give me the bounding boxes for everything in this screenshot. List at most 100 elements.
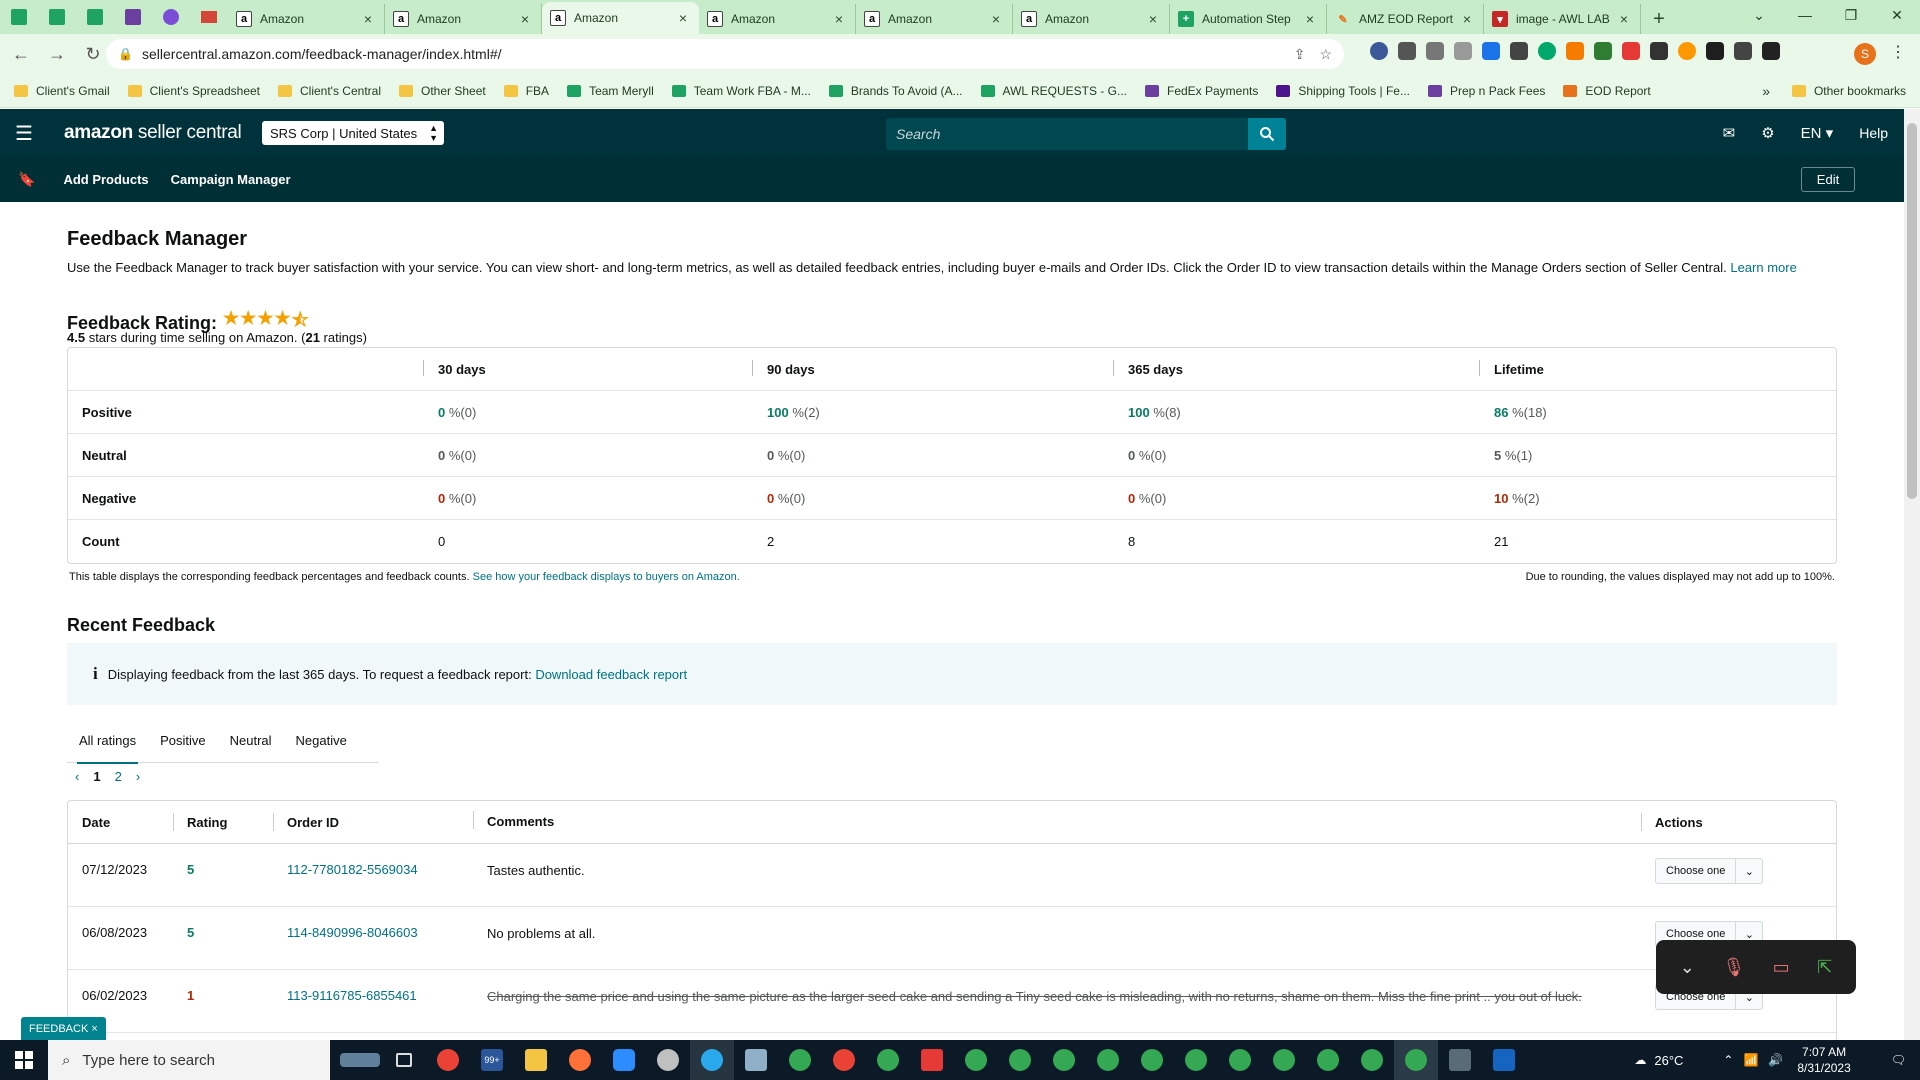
chrome-profile-8-icon[interactable] (1130, 1040, 1174, 1080)
pinned-tab-sheets-2[interactable] (38, 0, 76, 34)
scrollbar-thumb[interactable] (1907, 123, 1917, 499)
camera-off-icon[interactable]: ▭ (1773, 957, 1790, 978)
chrome-profile-13-icon[interactable] (1350, 1040, 1394, 1080)
shark-widget-icon[interactable] (338, 1040, 382, 1080)
account-switcher[interactable]: SRS Corp | United States ▲ ▼ (262, 121, 444, 145)
taskbar-search-input[interactable]: ⌕ Type here to search (48, 1040, 330, 1080)
volume-icon[interactable]: 🔊 (1768, 1053, 1783, 1067)
bookmark-item[interactable]: Brands To Avoid (A... (828, 84, 963, 98)
browser-tab[interactable]: ✎ AMZ EOD Report × (1327, 4, 1484, 34)
order-id-link[interactable]: 112-7780182-5569034 (287, 862, 418, 877)
bookmark-item[interactable]: FBA (503, 84, 549, 98)
chrome-profile-5-icon[interactable] (998, 1040, 1042, 1080)
task-view-icon[interactable] (382, 1040, 426, 1080)
pinned-tab-sheets-3[interactable] (76, 0, 114, 34)
see-feedback-display-link[interactable]: See how your feedback displays to buyers… (473, 571, 740, 583)
close-tab-icon[interactable]: × (1302, 11, 1318, 27)
extension-icon-10[interactable] (1622, 42, 1640, 60)
nav-campaign-manager[interactable]: Campaign Manager (171, 172, 291, 187)
chrome-profile-6-icon[interactable] (1042, 1040, 1086, 1080)
bookmark-item[interactable]: Client's Spreadsheet (127, 84, 260, 98)
side-panel-icon[interactable] (1762, 42, 1780, 60)
search-button[interactable] (1248, 118, 1286, 150)
pinned-tab-messenger[interactable] (152, 0, 190, 34)
close-tab-icon[interactable]: × (1459, 11, 1475, 27)
language-selector[interactable]: EN ▾ (1801, 124, 1834, 142)
feedback-tab[interactable]: FEEDBACK × (21, 1017, 106, 1040)
extension-icon-1[interactable] (1370, 42, 1388, 60)
close-tab-icon[interactable]: × (360, 11, 376, 27)
back-button[interactable]: ← (6, 39, 36, 69)
hamburger-menu-icon[interactable]: ☰ (0, 109, 48, 157)
tab-positive[interactable]: Positive (148, 718, 218, 763)
mail-badge-icon[interactable]: 99+ (470, 1040, 514, 1080)
extension-icon-11[interactable] (1650, 42, 1668, 60)
extension-icon-2[interactable] (1398, 42, 1416, 60)
pinned-tab-sheets-1[interactable] (0, 0, 38, 34)
app-r-icon[interactable] (1482, 1040, 1526, 1080)
bookmark-item[interactable]: Shipping Tools | Fe... (1276, 84, 1410, 98)
extension-icon-12[interactable] (1678, 42, 1696, 60)
learn-more-link[interactable]: Learn more (1730, 260, 1796, 275)
wps-icon[interactable] (910, 1040, 954, 1080)
file-explorer-icon[interactable] (514, 1040, 558, 1080)
close-tab-icon[interactable]: × (1145, 11, 1161, 27)
close-window-button[interactable]: ✕ (1874, 0, 1920, 30)
browser-tab[interactable]: + Automation Step × (1170, 4, 1327, 34)
firefox-icon[interactable] (558, 1040, 602, 1080)
chrome-profile-3-icon[interactable] (866, 1040, 910, 1080)
network-icon[interactable]: 📶 (1743, 1053, 1758, 1067)
chrome-profile-2-icon[interactable] (822, 1040, 866, 1080)
bookmark-item[interactable]: FedEx Payments (1144, 84, 1258, 98)
tab-all-ratings[interactable]: All ratings (67, 718, 148, 764)
chrome-icon[interactable] (426, 1040, 470, 1080)
forward-button[interactable]: → (42, 39, 72, 69)
close-tab-icon[interactable]: × (1616, 11, 1632, 27)
extension-icon-9[interactable] (1594, 42, 1612, 60)
order-id-link[interactable]: 114-8490996-8046603 (287, 925, 418, 940)
tab-search-icon[interactable]: ⌄ (1736, 0, 1782, 30)
download-feedback-report-link[interactable]: Download feedback report (535, 667, 687, 682)
chrome-profile-12-icon[interactable] (1306, 1040, 1350, 1080)
bookmark-item[interactable]: Team Meryll (567, 84, 654, 98)
telegram-icon[interactable] (690, 1040, 734, 1080)
bookmark-star-icon[interactable]: ☆ (1319, 46, 1332, 63)
bookmark-item[interactable]: EOD Report (1563, 84, 1651, 98)
chrome-active-icon[interactable] (1394, 1040, 1438, 1080)
seller-central-logo[interactable]: amazon seller central (64, 122, 242, 144)
extension-icon-5[interactable] (1482, 42, 1500, 60)
mail-icon[interactable]: ✉ (1723, 124, 1736, 142)
bookmark-item[interactable]: Other Sheet (399, 84, 486, 98)
gear-icon[interactable]: ⚙ (1761, 124, 1774, 142)
zoom-icon[interactable] (602, 1040, 646, 1080)
extension-icon-7[interactable] (1538, 42, 1556, 60)
close-tab-icon[interactable]: × (831, 11, 847, 27)
page-link[interactable]: 1 (93, 769, 100, 784)
extension-icon-13[interactable] (1706, 42, 1724, 60)
prev-page-chevron-icon[interactable]: ‹ (75, 769, 79, 784)
bookmark-item[interactable]: AWL REQUESTS - G... (980, 84, 1127, 98)
url-bar[interactable]: 🔒 sellercentral.amazon.com/feedback-mana… (106, 39, 1344, 69)
page-scrollbar[interactable] (1904, 109, 1920, 1040)
browser-tab[interactable]: a Amazon × (542, 2, 699, 34)
pinned-tab-gmail[interactable] (190, 0, 228, 34)
close-tab-icon[interactable]: × (988, 11, 1004, 27)
app-icon-1[interactable] (646, 1040, 690, 1080)
order-id-link[interactable]: 113-9116785-6855461 (287, 988, 417, 1003)
profile-avatar[interactable]: S (1854, 43, 1876, 65)
extension-icon-6[interactable] (1510, 42, 1528, 60)
next-page-chevron-icon[interactable]: › (136, 769, 140, 784)
clock[interactable]: 7:07 AM 8/31/2023 (1797, 1044, 1850, 1076)
share-screen-icon[interactable]: ⇱ (1817, 957, 1832, 978)
extension-icon-4[interactable] (1454, 42, 1472, 60)
browser-tab[interactable]: a Amazon × (1013, 4, 1170, 34)
extension-icon-3[interactable] (1426, 42, 1444, 60)
tray-overflow-icon[interactable]: ⌃ (1723, 1053, 1733, 1067)
more-bookmarks-button[interactable]: » (1762, 83, 1770, 99)
chrome-profile-11-icon[interactable] (1262, 1040, 1306, 1080)
bookmark-icon[interactable]: 🔖 (18, 171, 35, 188)
close-tab-icon[interactable]: × (517, 11, 533, 27)
browser-tab[interactable]: a Amazon × (699, 4, 856, 34)
bookmark-item[interactable]: Team Work FBA - M... (671, 84, 811, 98)
share-icon[interactable]: ⇪ (1294, 46, 1306, 63)
